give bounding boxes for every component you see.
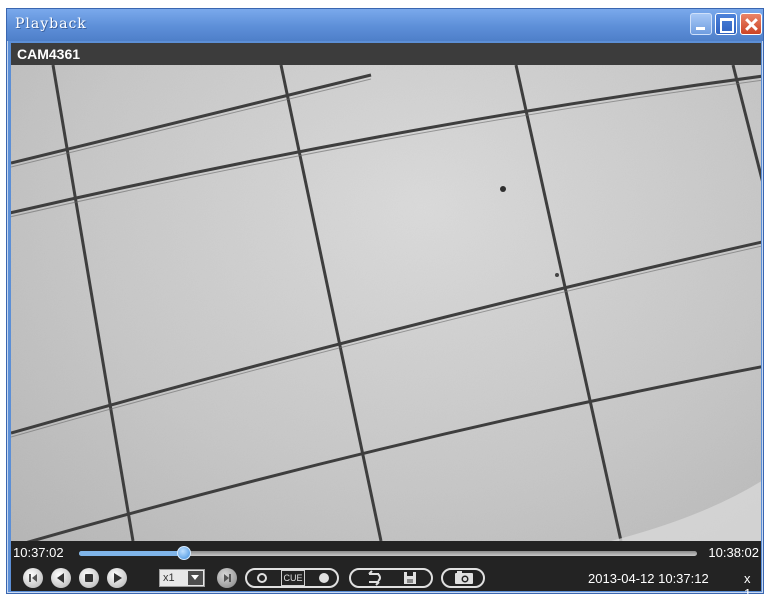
speed-select[interactable]: x1 — [159, 569, 205, 587]
speed-select-value: x1 — [163, 572, 175, 584]
timeline-thumb[interactable] — [177, 546, 192, 560]
timeline-end-time: 10:38:02 — [708, 545, 759, 560]
timeline-start-time: 10:37:02 — [13, 545, 64, 560]
step-back-icon[interactable] — [51, 568, 71, 588]
sync-save-controls — [349, 568, 433, 588]
video-frame[interactable] — [11, 65, 761, 541]
playback-window: Playback CAM4361 10:37:02 10:38:02 x1 CU… — [6, 8, 764, 601]
step-forward-icon[interactable] — [217, 568, 237, 588]
current-datetime: 2013-04-12 10:37:12 — [588, 571, 709, 586]
close-icon[interactable] — [740, 13, 762, 35]
timeline-progress — [79, 551, 185, 556]
sync-icon[interactable] — [361, 570, 387, 586]
cue-controls: CUE — [245, 568, 339, 588]
stop-icon[interactable] — [79, 568, 99, 588]
title-bar[interactable]: Playback — [7, 9, 763, 41]
camera-header: CAM4361 — [11, 43, 761, 65]
timeline-slider[interactable] — [79, 546, 697, 560]
chevron-down-icon[interactable] — [188, 571, 203, 585]
camera-snapshot-icon[interactable] — [453, 570, 477, 586]
speed-readout: x 1 — [744, 571, 752, 601]
record-in-icon[interactable] — [253, 570, 273, 586]
maximize-icon[interactable] — [715, 13, 737, 35]
playback-controls: 10:37:02 10:38:02 x1 CUE 2013-04-12 10:3… — [11, 541, 761, 601]
record-out-icon[interactable] — [315, 570, 333, 586]
snapshot-control — [441, 568, 485, 588]
camera-name: CAM4361 — [17, 46, 81, 62]
window-title: Playback — [15, 16, 87, 32]
skip-to-start-icon[interactable] — [23, 568, 43, 588]
minimize-icon[interactable] — [690, 13, 712, 35]
play-icon[interactable] — [107, 568, 127, 588]
cue-button[interactable]: CUE — [281, 570, 305, 586]
save-icon[interactable] — [401, 570, 421, 586]
ceiling-tile-image — [11, 65, 761, 541]
